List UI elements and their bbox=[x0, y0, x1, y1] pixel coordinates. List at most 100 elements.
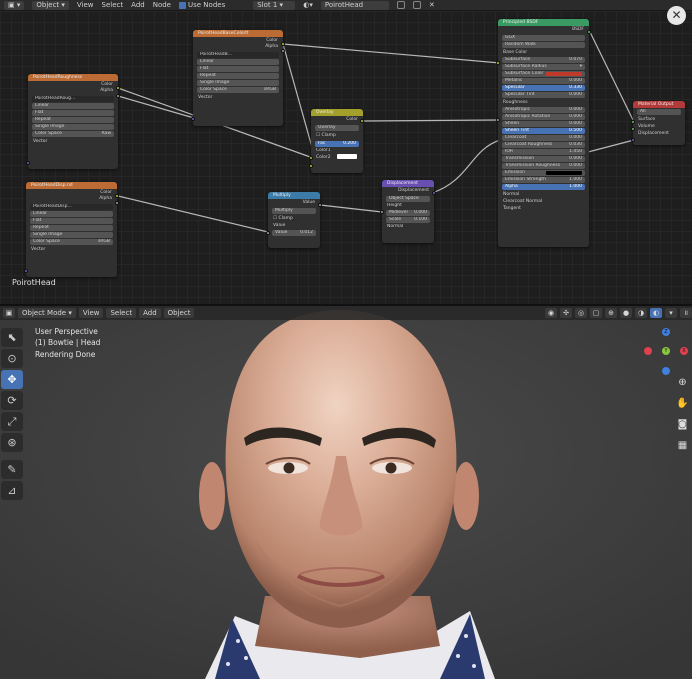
bsdf-input-anisotropic[interactable]: Anisotropic 0.000 bbox=[502, 107, 585, 113]
bsdf-input-sheen-tint[interactable]: Sheen Tint 0.500 bbox=[502, 128, 585, 134]
bsdf-input-emission-strength[interactable]: Emission Strength 1.000 bbox=[502, 177, 585, 183]
socket-basecolor-in[interactable] bbox=[496, 61, 500, 65]
zoom-icon[interactable]: ⊕ bbox=[676, 376, 689, 389]
editor-type-icon[interactable]: ▣ bbox=[3, 308, 15, 318]
gizmo-toggle-icon[interactable]: ✣ bbox=[560, 308, 572, 318]
annotate-icon[interactable]: ✎ bbox=[1, 460, 23, 479]
socket-volume-in[interactable] bbox=[631, 127, 635, 131]
bsdf-input-clearcoat[interactable]: Clearcoat 0.000 bbox=[502, 135, 585, 141]
measure-icon[interactable]: ⊿ bbox=[1, 481, 23, 500]
source-dropdown[interactable]: Single Image bbox=[197, 80, 279, 86]
projection-dropdown[interactable]: Flat bbox=[30, 218, 113, 224]
node-header[interactable]: PoirotHeadBaseColorIt bbox=[193, 30, 283, 37]
socket-bsdf-out[interactable] bbox=[587, 30, 591, 34]
socket-height-in[interactable] bbox=[380, 210, 384, 214]
color-space-dropdown[interactable]: Color Space sRGB bbox=[30, 239, 113, 245]
node-principled-bsdf[interactable]: Principled BSDF BSDF GGX Random Walk Bas… bbox=[498, 19, 589, 247]
node-header[interactable]: Principled BSDF bbox=[498, 19, 589, 26]
socket-color-out[interactable] bbox=[116, 86, 120, 90]
rotate-icon[interactable]: ⟳ bbox=[1, 391, 23, 410]
bsdf-input-alpha[interactable]: Alpha 1.000 bbox=[502, 184, 585, 190]
color-swatch[interactable] bbox=[546, 171, 582, 175]
bsdf-input-anisotropic-rotation[interactable]: Anisotropic Rotation 0.000 bbox=[502, 114, 585, 120]
move-icon[interactable]: ✥ bbox=[1, 370, 23, 389]
socket-vector-in[interactable] bbox=[26, 161, 30, 165]
bsdf-input-sheen[interactable]: Sheen 0.000 bbox=[502, 121, 585, 127]
node-header[interactable]: PoirotHeadDisp.nd bbox=[26, 182, 117, 189]
material-shading-icon[interactable]: ◑ bbox=[635, 308, 647, 318]
space-dropdown[interactable]: Object Space bbox=[386, 196, 430, 202]
xray-icon[interactable]: ▢ bbox=[590, 308, 602, 318]
ortho-grid-icon[interactable]: ▦ bbox=[676, 439, 689, 452]
mode-dropdown[interactable]: Object Mode ▾ bbox=[18, 308, 76, 318]
bsdf-input-metallic[interactable]: Metallic 0.000 bbox=[502, 78, 585, 84]
scale-icon[interactable]: ⤢ bbox=[1, 412, 23, 431]
bsdf-input-transmission[interactable]: Transmission 0.000 bbox=[502, 156, 585, 162]
solid-shading-icon[interactable]: ● bbox=[620, 308, 632, 318]
shading-options-icon[interactable]: ▾ bbox=[665, 308, 677, 318]
node-mix-overlay[interactable]: Overlay Color Overlay ☐ Clamp Fac 0.200 C… bbox=[311, 109, 363, 173]
subsurface-method-dropdown[interactable]: Random Walk bbox=[502, 42, 585, 48]
menu-add[interactable]: Add bbox=[139, 308, 161, 318]
close-icon[interactable]: ✕ bbox=[667, 6, 686, 25]
socket-alpha-out[interactable] bbox=[115, 201, 119, 205]
source-dropdown[interactable]: Single Image bbox=[30, 232, 113, 238]
interpolation-dropdown[interactable]: Linear bbox=[197, 59, 279, 65]
node-displacement[interactable]: Displacement Displacement Object Space H… bbox=[382, 180, 434, 243]
bsdf-input-emission[interactable]: Emission bbox=[502, 170, 585, 176]
neg-x-axis-icon[interactable] bbox=[644, 347, 652, 355]
bsdf-input-specular[interactable]: Specular 0.330 bbox=[502, 85, 585, 91]
visibility-icon[interactable]: ◉ bbox=[545, 308, 557, 318]
z-axis-icon[interactable]: Z bbox=[662, 328, 670, 336]
interpolation-dropdown[interactable]: Linear bbox=[30, 211, 113, 217]
node-header[interactable]: PoirotHeadRoughness bbox=[28, 74, 118, 81]
shader-node-editor[interactable]: ▣ ▾ Object ▾ View Select Add Node Use No… bbox=[0, 0, 692, 304]
image-selector[interactable]: PoirotHeadDisp... bbox=[30, 204, 113, 210]
projection-dropdown[interactable]: Flat bbox=[32, 110, 114, 116]
socket-displacement-out[interactable] bbox=[432, 191, 436, 195]
socket-alpha-out[interactable] bbox=[281, 49, 285, 53]
menu-view[interactable]: View bbox=[78, 308, 104, 318]
overlay-toggle-icon[interactable]: ◎ bbox=[575, 308, 587, 318]
bsdf-input-clearcoat-roughness[interactable]: Clearcoat Roughness 0.030 bbox=[502, 142, 585, 148]
node-header[interactable]: Displacement bbox=[382, 180, 434, 187]
image-selector[interactable]: PoirotHeadRoug... bbox=[32, 96, 114, 102]
socket-displacement-in[interactable] bbox=[631, 138, 635, 142]
socket-value-out[interactable] bbox=[318, 203, 322, 207]
fac-field[interactable]: Fac 0.200 bbox=[315, 141, 359, 147]
scale-field[interactable]: Scale 0.100 bbox=[386, 217, 430, 223]
extension-dropdown[interactable]: Repeat bbox=[32, 117, 114, 123]
socket-value-in[interactable] bbox=[266, 231, 270, 235]
pause-render-icon[interactable]: ॥ bbox=[680, 308, 692, 318]
value-field[interactable]: Value 0.012 bbox=[272, 230, 316, 236]
cursor-icon[interactable]: ⊙ bbox=[1, 349, 23, 368]
y-axis-icon[interactable]: Y bbox=[662, 347, 670, 355]
socket-surface-in[interactable] bbox=[631, 120, 635, 124]
transform-icon[interactable]: ⊛ bbox=[1, 433, 23, 452]
socket-color1-in[interactable] bbox=[309, 156, 313, 160]
color-swatch[interactable] bbox=[546, 72, 582, 76]
bsdf-input-subsurface-color[interactable]: Subsurface Color bbox=[502, 71, 585, 77]
node-math-multiply[interactable]: Multiply Value Multiply ☐ Clamp Value Va… bbox=[268, 192, 320, 248]
socket-vector-in[interactable] bbox=[24, 269, 28, 273]
extension-dropdown[interactable]: Repeat bbox=[197, 73, 279, 79]
source-dropdown[interactable]: Single Image bbox=[32, 124, 114, 130]
socket-alpha-out[interactable] bbox=[116, 94, 120, 98]
clamp-checkbox[interactable]: ☐ Clamp bbox=[268, 215, 320, 223]
interpolation-dropdown[interactable]: Linear bbox=[32, 103, 114, 109]
socket-roughness-in[interactable] bbox=[496, 118, 500, 122]
menu-select[interactable]: Select bbox=[106, 308, 137, 318]
projection-dropdown[interactable]: Flat bbox=[197, 66, 279, 72]
color-space-dropdown[interactable]: Color Space sRGB bbox=[197, 87, 279, 93]
menu-object[interactable]: Object bbox=[163, 308, 195, 318]
node-header[interactable]: Multiply bbox=[268, 192, 320, 199]
socket-vector-in[interactable] bbox=[191, 117, 195, 121]
socket-color2-in[interactable] bbox=[309, 164, 313, 168]
midlevel-field[interactable]: Midlevel 0.000 bbox=[386, 210, 430, 216]
bsdf-input-subsurface-radius[interactable]: Subsurface Radius ▾ bbox=[502, 64, 585, 70]
input-color2[interactable]: Color2 bbox=[311, 154, 363, 161]
bsdf-input-ior[interactable]: IOR 1.450 bbox=[502, 149, 585, 155]
3d-viewport[interactable]: ▣ Object Mode ▾ View Select Add Object ◉… bbox=[0, 306, 692, 679]
bsdf-input-subsurface[interactable]: Subsurface 0.070 bbox=[502, 57, 585, 63]
rendered-shading-icon[interactable]: ◐ bbox=[650, 308, 662, 318]
